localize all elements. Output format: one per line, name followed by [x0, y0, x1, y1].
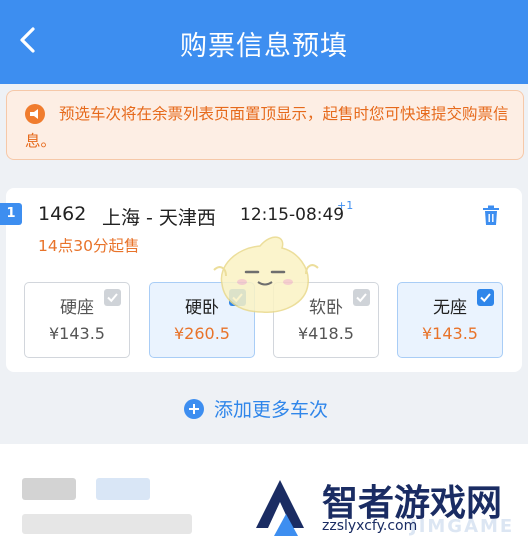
- watermark-logo-icon: [256, 480, 304, 536]
- blurred-tag: [96, 478, 150, 500]
- notice-banner: 预选车次将在余票列表页面置顶显示，起售时您可快速提交购票信息。: [6, 90, 524, 160]
- seat-price: ¥143.5: [422, 324, 478, 343]
- seat-price: ¥143.5: [49, 324, 105, 343]
- watermark-url: zzslyxcfy.com: [322, 518, 418, 534]
- seat-checkbox[interactable]: [104, 289, 121, 306]
- mascot-watermark-icon: [213, 236, 319, 313]
- checkmark-icon: [107, 293, 118, 303]
- seat-price: ¥260.5: [174, 324, 230, 343]
- blurred-id: [22, 514, 192, 534]
- train-time: 12:15-08:49: [240, 205, 345, 225]
- seat-option-no-seat[interactable]: 无座 ¥143.5: [397, 282, 503, 358]
- seat-option-hard-seat[interactable]: 硬座 ¥143.5: [24, 282, 130, 358]
- seat-checkbox[interactable]: [477, 289, 494, 306]
- add-more-label: 添加更多车次: [214, 399, 329, 421]
- header-bar: 购票信息预填: [0, 0, 528, 84]
- watermark-game: JIMGAME: [410, 516, 515, 537]
- checkmark-icon: [356, 293, 367, 303]
- page-title: 购票信息预填: [180, 31, 348, 62]
- day-offset: +1: [337, 199, 354, 212]
- train-index-badge: 1: [0, 203, 22, 225]
- train-route: 上海 - 天津西: [102, 207, 216, 229]
- sale-time: 14点30分起售: [38, 237, 140, 255]
- trash-icon: [483, 205, 499, 225]
- delete-button[interactable]: [480, 204, 502, 228]
- plus-circle-icon: [184, 399, 204, 419]
- checkmark-icon: [480, 293, 491, 303]
- notice-text: 预选车次将在余票列表页面置顶显示，起售时您可快速提交购票信息。: [25, 105, 509, 150]
- seat-price: ¥418.5: [298, 324, 354, 343]
- train-number: 1462: [38, 203, 87, 225]
- seat-checkbox[interactable]: [353, 289, 370, 306]
- blurred-name: [22, 478, 76, 500]
